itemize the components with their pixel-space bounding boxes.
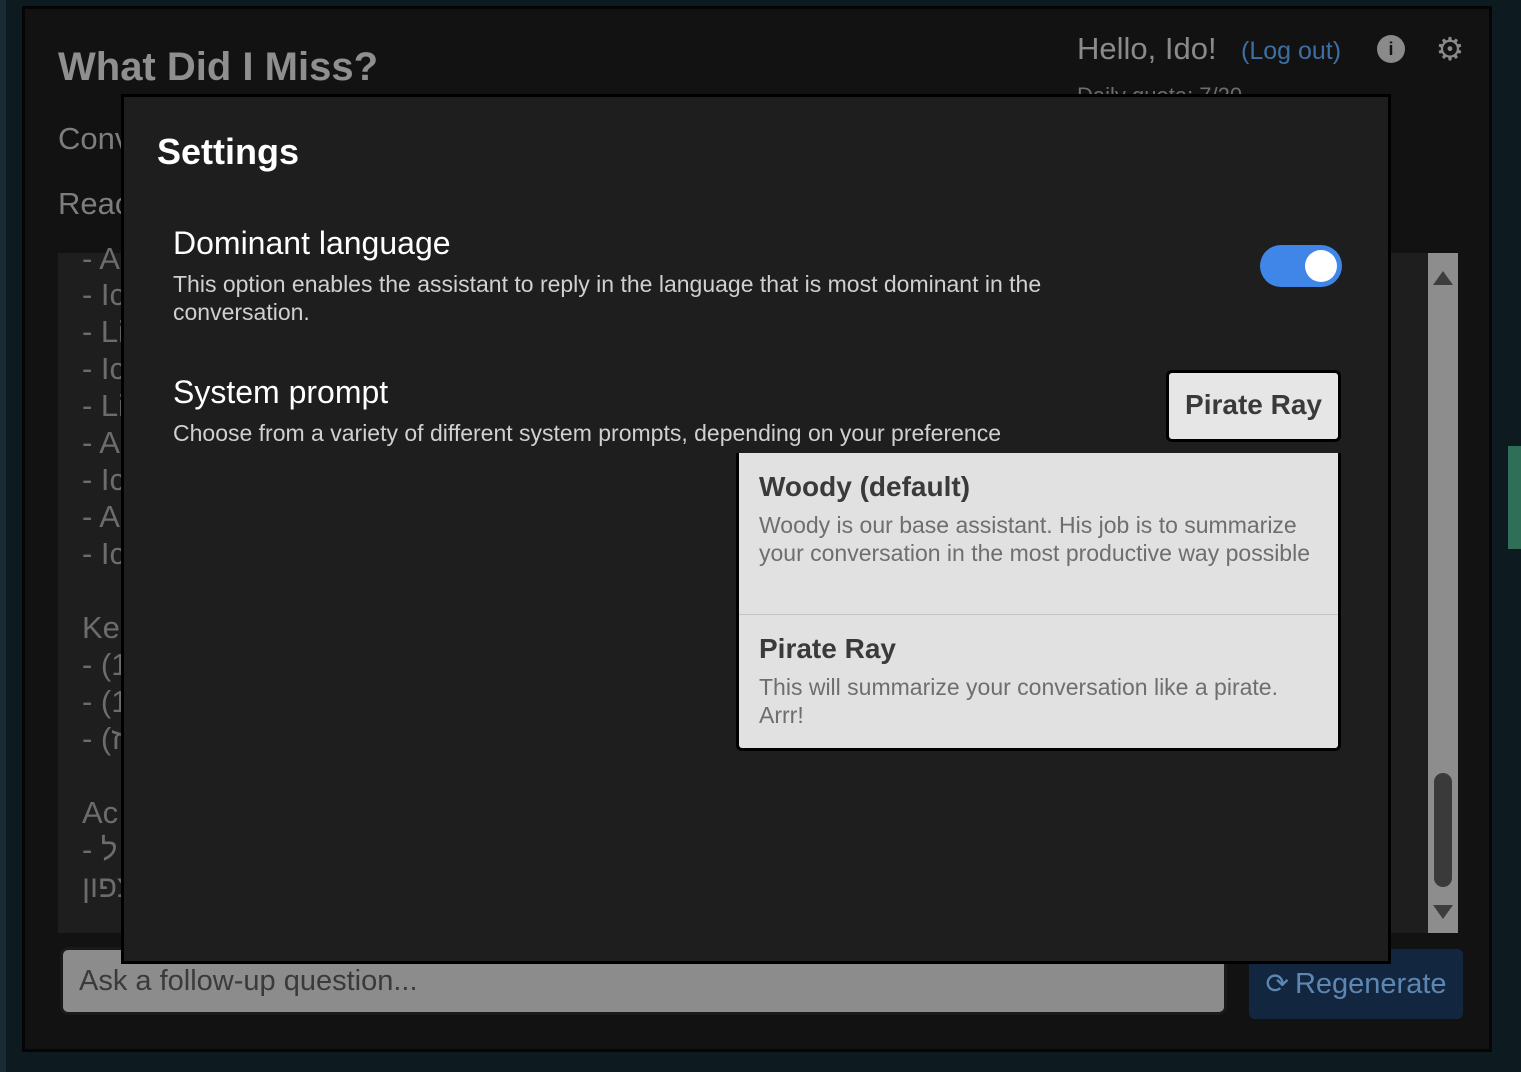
scroll-down-arrow-icon[interactable] xyxy=(1433,905,1453,919)
system-prompt-select[interactable]: Pirate Ray xyxy=(1166,370,1341,442)
summary-line: Ac xyxy=(82,795,119,830)
option-title: Woody (default) xyxy=(759,471,971,502)
option-description: Woody is our base assistant. His job is … xyxy=(759,512,1311,566)
logout-link[interactable]: (Log out) xyxy=(1241,37,1341,66)
settings-title: Settings xyxy=(157,131,300,172)
scroll-up-arrow-icon[interactable] xyxy=(1433,271,1453,285)
summary-line: - (ז xyxy=(82,721,122,756)
scroll-thumb[interactable] xyxy=(1434,773,1452,887)
option-title: Pirate Ray xyxy=(759,633,896,664)
dropdown-option-woody[interactable]: Woody (default) Woody is our base assist… xyxy=(739,453,1338,614)
gear-icon[interactable]: ⚙ xyxy=(1434,33,1466,65)
summary-line: - Ic xyxy=(82,536,126,571)
dropdown-option-pirate-ray[interactable]: Pirate Ray This will summarize your conv… xyxy=(739,614,1338,748)
summary-line: - Ic xyxy=(82,351,126,386)
summary-line: - A xyxy=(82,241,120,276)
app-title: What Did I Miss? xyxy=(58,45,378,89)
info-icon[interactable]: i xyxy=(1377,35,1405,63)
summary-line: - Li xyxy=(82,388,126,423)
dominant-language-description: This option enables the assistant to rep… xyxy=(173,271,1042,325)
summary-line: - Li xyxy=(82,314,126,349)
system-prompt-description: Choose from a variety of different syste… xyxy=(173,420,1002,446)
backdrop-left-strip xyxy=(0,0,6,1072)
conversation-label: Conv xyxy=(58,121,131,156)
toggle-knob xyxy=(1305,250,1337,282)
summary-line: - Ic xyxy=(82,277,126,312)
system-prompt-dropdown: Woody (default) Woody is our base assist… xyxy=(736,453,1341,751)
dominant-language-title: Dominant language xyxy=(173,225,451,261)
summary-scrollbar[interactable] xyxy=(1428,253,1458,933)
greeting-text: Hello, Ido! xyxy=(1077,31,1217,66)
read-label: Reac xyxy=(58,186,131,221)
backdrop-side-tab xyxy=(1508,446,1521,549)
refresh-icon: ⟳ xyxy=(1265,968,1289,999)
system-prompt-title: System prompt xyxy=(173,374,389,410)
summary-line: Ke xyxy=(82,610,120,645)
summary-line: - Ic xyxy=(82,462,126,497)
settings-modal: Settings Dominant language This option e… xyxy=(121,94,1391,964)
dominant-language-toggle[interactable] xyxy=(1260,245,1342,287)
summary-line: - ל xyxy=(82,832,118,867)
summary-line: - A xyxy=(82,425,120,460)
regenerate-label: Regenerate xyxy=(1294,968,1447,1000)
summary-line: - A xyxy=(82,499,120,534)
option-description: This will summarize your conversation li… xyxy=(759,674,1278,728)
